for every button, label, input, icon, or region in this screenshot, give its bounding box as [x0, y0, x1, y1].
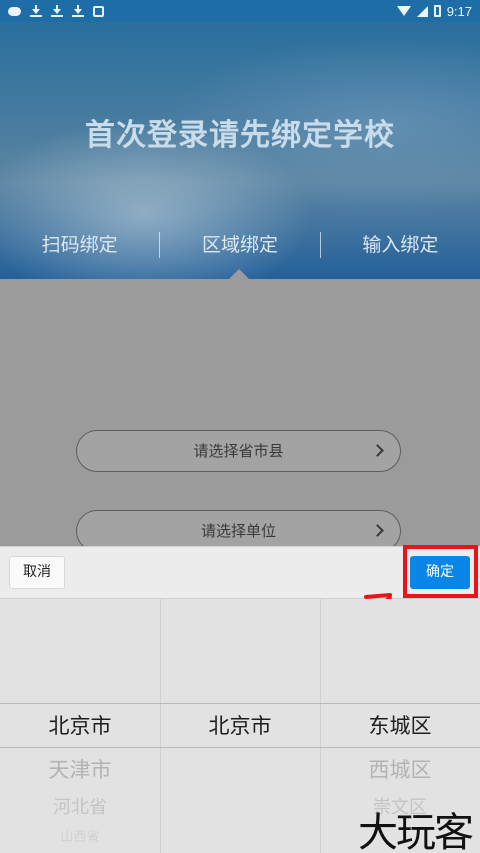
- picker-option[interactable]: 西城区: [320, 754, 480, 784]
- active-tab-indicator: [229, 269, 249, 279]
- status-bar: 9:17: [0, 0, 480, 22]
- province-city-select[interactable]: 请选择省市县: [76, 430, 401, 472]
- cancel-button[interactable]: 取消: [9, 556, 65, 589]
- picker-option[interactable]: 东城区: [320, 710, 480, 740]
- picker-option[interactable]: 天津市: [0, 754, 160, 784]
- battery-icon: [433, 5, 441, 17]
- unit-select-label: 请选择单位: [200, 522, 276, 540]
- signal-icon: [416, 5, 428, 17]
- province-select-label: 请选择省市县: [193, 442, 284, 460]
- download-icon: [51, 5, 63, 17]
- wifi-icon: [396, 6, 411, 16]
- cloud-icon: [8, 6, 21, 16]
- chevron-right-icon: [371, 524, 384, 537]
- selection-line-bottom: [0, 747, 480, 748]
- tab-scan-bind[interactable]: 扫码绑定: [0, 227, 159, 263]
- notification-icon: [93, 5, 104, 17]
- clock-time: 9:17: [446, 3, 472, 19]
- page-title: 首次登录请先绑定学校: [85, 118, 395, 153]
- selection-line-top: [0, 703, 480, 704]
- watermark-logo: 大玩客: [358, 810, 474, 853]
- picker-option[interactable]: 北京市: [0, 710, 160, 740]
- annotation-highlight-box: [403, 545, 478, 598]
- picker-option[interactable]: 山西省: [0, 826, 160, 845]
- download-icon: [30, 5, 42, 17]
- chevron-right-icon: [371, 444, 384, 457]
- bind-tabs: 扫码绑定 区域绑定 输入绑定: [0, 227, 480, 263]
- picker-option[interactable]: 北京市: [160, 710, 320, 740]
- header-banner: 首次登录请先绑定学校 扫码绑定 区域绑定 输入绑定: [0, 22, 480, 279]
- picker-option[interactable]: 河北省: [0, 793, 160, 819]
- download-icon: [72, 5, 84, 17]
- tab-region-bind[interactable]: 区域绑定: [160, 227, 319, 263]
- tab-input-bind[interactable]: 输入绑定: [321, 227, 480, 263]
